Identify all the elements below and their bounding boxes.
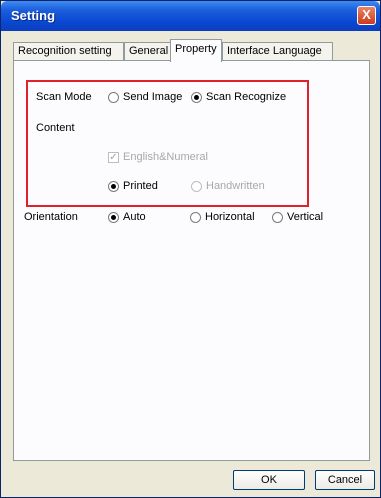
printed-label[interactable]: Printed <box>123 180 158 192</box>
english-numeral-checkbox: ✓ <box>108 152 119 163</box>
auto-radio[interactable] <box>108 212 119 223</box>
vertical-label[interactable]: Vertical <box>287 211 323 223</box>
send-image-label[interactable]: Send Image <box>123 91 182 103</box>
content-label: Content <box>36 122 75 134</box>
setting-dialog: Setting X Recognition setting General Pr… <box>0 0 381 498</box>
scan-recognize-label[interactable]: Scan Recognize <box>206 91 286 103</box>
auto-label[interactable]: Auto <box>123 211 146 223</box>
vertical-radio[interactable] <box>272 212 283 223</box>
orientation-label: Orientation <box>24 211 78 223</box>
tab-interface-language[interactable]: Interface Language <box>222 42 333 61</box>
window-title: Setting <box>11 8 56 23</box>
tab-property[interactable]: Property <box>170 39 222 62</box>
horizontal-label[interactable]: Horizontal <box>205 211 255 223</box>
tab-recognition-setting[interactable]: Recognition setting <box>13 42 124 61</box>
ok-button[interactable]: OK <box>233 470 305 490</box>
printed-radio[interactable] <box>108 181 119 192</box>
scan-recognize-radio[interactable] <box>191 92 202 103</box>
handwritten-radio <box>191 181 202 192</box>
send-image-radio[interactable] <box>108 92 119 103</box>
property-panel: Scan Mode Send Image Scan Recognize Cont… <box>13 60 370 461</box>
title-bar[interactable]: Setting X <box>1 1 380 31</box>
close-icon[interactable]: X <box>357 6 376 25</box>
handwritten-label: Handwritten <box>206 180 265 192</box>
english-numeral-label: English&Numeral <box>123 151 208 163</box>
cancel-button[interactable]: Cancel <box>315 470 375 490</box>
tab-general[interactable]: General <box>124 42 171 61</box>
scan-mode-label: Scan Mode <box>36 91 92 103</box>
horizontal-radio[interactable] <box>190 212 201 223</box>
